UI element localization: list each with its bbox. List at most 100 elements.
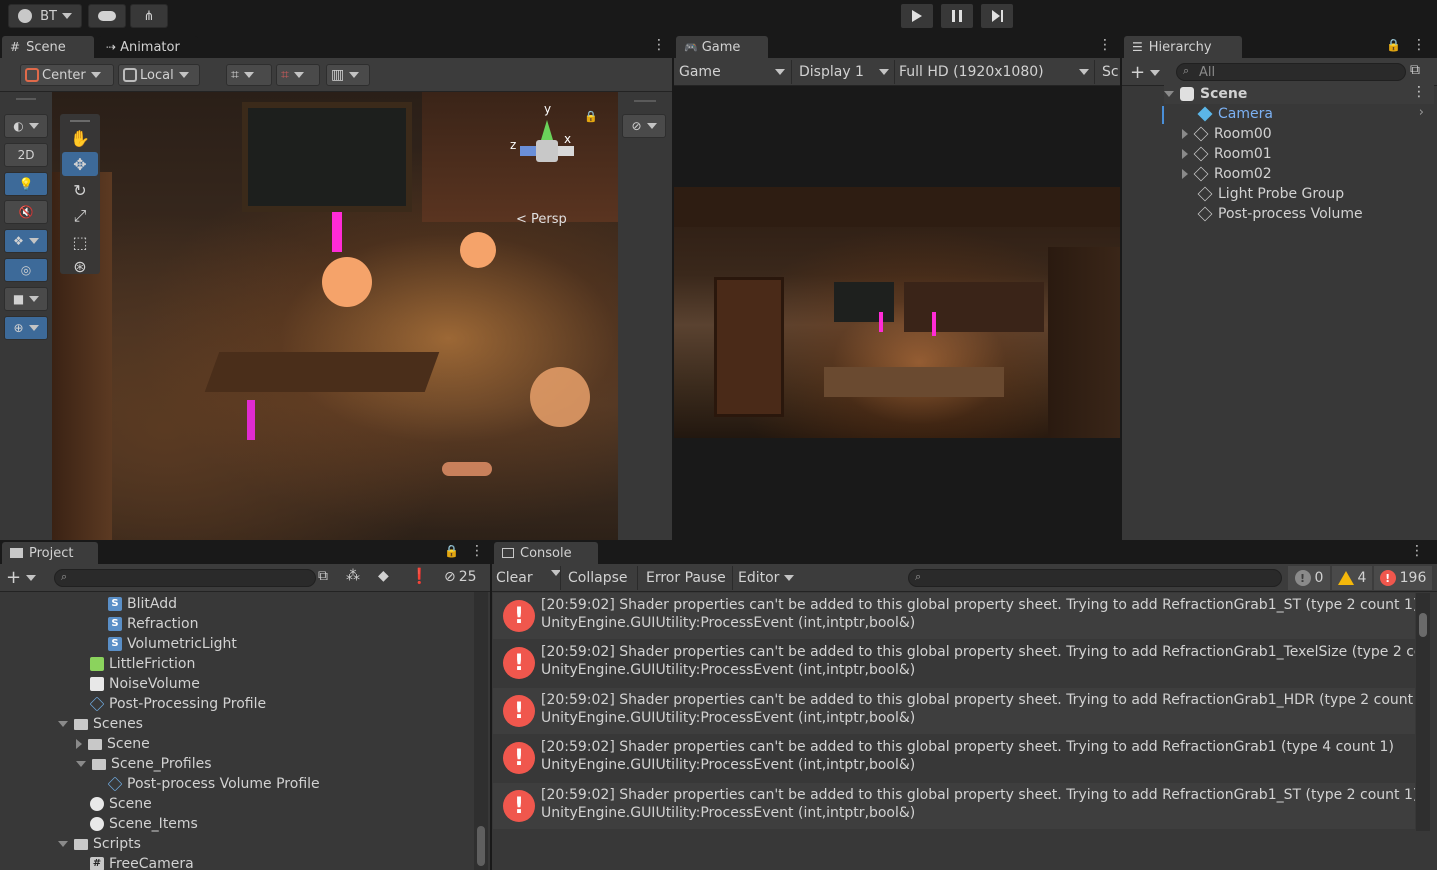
orientation-gizmo[interactable]: y x z: [510, 102, 580, 194]
project-folder-scene-profiles[interactable]: Scene_Profiles: [76, 754, 212, 774]
project-item-scene-items[interactable]: Scene_Items: [90, 814, 198, 834]
space-dropdown[interactable]: Local: [118, 64, 200, 86]
step-button[interactable]: [981, 4, 1013, 28]
lighting-toggle[interactable]: 💡: [4, 172, 48, 196]
tab-game[interactable]: 🎮 Game: [676, 36, 768, 58]
editor-dropdown[interactable]: Editor: [738, 570, 795, 586]
scale-slider[interactable]: Sc: [1102, 64, 1119, 80]
project-item-volumetriclight[interactable]: S VolumetricLight: [108, 634, 237, 654]
search-window-icon[interactable]: ⧉: [318, 568, 328, 584]
filter-label-icon[interactable]: ◆: [378, 568, 389, 584]
effects-dropdown[interactable]: ❖: [4, 229, 48, 253]
project-search-input[interactable]: ⌕: [54, 569, 316, 587]
grid-snap-button[interactable]: ⌗: [226, 64, 272, 86]
project-item-scene[interactable]: Scene: [90, 794, 152, 814]
panel-divider[interactable]: [672, 34, 674, 540]
display-dropdown[interactable]: Display 1: [799, 64, 889, 80]
console-menu-icon[interactable]: ⋮: [1410, 544, 1424, 558]
hierarchy-item-room01[interactable]: Room01: [1182, 144, 1272, 164]
tab-scene[interactable]: # Scene: [2, 36, 94, 58]
project-item-blitadd[interactable]: S BlitAdd: [108, 594, 177, 614]
collab-button[interactable]: ⋔: [130, 4, 168, 28]
hierarchy-item-room02[interactable]: Room02: [1182, 164, 1272, 184]
project-item-littlefriction[interactable]: LittleFriction: [90, 654, 195, 674]
hierarchy-item-post-process-volume[interactable]: Post-process Volume: [1197, 204, 1363, 224]
transform-tool[interactable]: ⊛: [62, 254, 98, 278]
audio-toggle[interactable]: 🔇: [4, 200, 48, 224]
scrollbar-thumb[interactable]: [1419, 613, 1427, 637]
scene-visibility-toggle[interactable]: ◎: [4, 258, 48, 282]
console-entry[interactable]: ! [20:59:02] Shader properties can't be …: [493, 783, 1415, 829]
tab-hierarchy[interactable]: ☰ Hierarchy: [1124, 36, 1242, 58]
rotate-tool[interactable]: ↻: [62, 178, 98, 202]
warning-filter-toggle[interactable]: 4: [1332, 566, 1372, 590]
tab-console[interactable]: Console: [494, 542, 598, 564]
pause-button[interactable]: [941, 4, 973, 28]
error-pause-toggle[interactable]: Error Pause: [646, 570, 726, 586]
grid-visibility-button[interactable]: ▥: [326, 64, 370, 86]
hidden-packages-toggle[interactable]: ⊘ 25: [444, 569, 477, 585]
play-button[interactable]: [901, 4, 933, 28]
panel-divider[interactable]: [1120, 34, 1122, 540]
panel-divider[interactable]: [490, 540, 492, 870]
project-scrollbar[interactable]: [474, 592, 488, 870]
view-dropdown[interactable]: Game: [679, 64, 785, 80]
lock-icon[interactable]: 🔒: [444, 544, 459, 558]
hierarchy-search-input[interactable]: ⌕ All: [1176, 63, 1406, 81]
pivot-dropdown[interactable]: Center: [20, 64, 114, 86]
perspective-toggle[interactable]: < Persp: [516, 212, 567, 227]
scene-root-menu-icon[interactable]: ⋮: [1412, 84, 1426, 100]
project-item-post-process-volume-profile[interactable]: Post-process Volume Profile: [107, 774, 320, 794]
console-entry[interactable]: ! [20:59:02] Shader properties can't be …: [493, 640, 1415, 686]
hand-tool[interactable]: ✋: [62, 126, 98, 150]
toggle-2d-button[interactable]: 2D: [4, 143, 48, 167]
project-item-freecamera[interactable]: # FreeCamera: [90, 854, 194, 870]
gizmos-dropdown[interactable]: ⊕: [4, 316, 48, 340]
project-folder-scenes[interactable]: Scenes: [58, 714, 143, 734]
project-item-post-processing-profile[interactable]: Post-Processing Profile: [89, 694, 266, 714]
scale-tool[interactable]: ⤢: [62, 204, 98, 228]
scene-viewport[interactable]: y x z < Persp 🔒: [52, 92, 618, 540]
game-view-render[interactable]: [674, 187, 1120, 438]
project-folder-scene[interactable]: Scene: [76, 734, 150, 754]
resolution-dropdown[interactable]: Full HD (1920x1080): [899, 64, 1089, 80]
project-item-noisevolume[interactable]: NoiseVolume: [90, 674, 200, 694]
collapse-toggle[interactable]: Collapse: [568, 570, 628, 586]
project-menu-icon[interactable]: ⋮: [470, 544, 484, 558]
tab-animator[interactable]: ⇢ Animator: [98, 36, 198, 58]
chevron-right-icon[interactable]: ›: [1419, 105, 1424, 120]
account-dropdown[interactable]: BT: [8, 4, 82, 28]
log-info-icon[interactable]: ❗: [410, 567, 429, 585]
increment-snap-button[interactable]: ⌗: [276, 64, 320, 86]
game-menu-icon[interactable]: ⋮: [1098, 38, 1112, 52]
project-folder-scripts[interactable]: Scripts: [58, 834, 141, 854]
hierarchy-menu-icon[interactable]: ⋮: [1412, 38, 1426, 52]
create-asset-dropdown[interactable]: +: [6, 567, 37, 588]
console-entry[interactable]: ! [20:59:02] Shader properties can't be …: [493, 688, 1415, 734]
camera-settings-dropdown[interactable]: ■: [4, 287, 48, 311]
rect-tool[interactable]: ⬚: [62, 230, 98, 254]
console-entry[interactable]: ! [20:59:02] Shader properties can't be …: [493, 735, 1415, 781]
shading-mode-button[interactable]: ◐: [4, 114, 48, 138]
move-tool[interactable]: ✥: [62, 152, 98, 176]
scene-root[interactable]: Scene ⋮: [1164, 84, 1434, 104]
console-entry[interactable]: ! [20:59:02] Shader properties can't be …: [493, 593, 1415, 639]
console-search-input[interactable]: ⌕: [908, 569, 1282, 587]
error-filter-toggle[interactable]: ! 196: [1374, 566, 1432, 590]
lock-icon[interactable]: 🔒: [1386, 38, 1401, 52]
scene-search-icon[interactable]: ⧉: [1410, 62, 1420, 78]
hierarchy-item-light-probe-group[interactable]: Light Probe Group: [1197, 184, 1344, 204]
clear-button[interactable]: Clear: [496, 570, 533, 586]
cloud-button[interactable]: [88, 4, 126, 28]
console-scrollbar[interactable]: [1416, 593, 1430, 831]
create-dropdown[interactable]: +: [1130, 62, 1161, 83]
lock-icon[interactable]: 🔒: [584, 110, 598, 123]
scene-menu-icon[interactable]: ⋮: [652, 38, 666, 52]
project-item-refraction[interactable]: S Refraction: [108, 614, 199, 634]
filter-type-icon[interactable]: ⁂: [346, 568, 360, 584]
hierarchy-item-camera[interactable]: Camera ›: [1197, 104, 1434, 124]
scrollbar-thumb[interactable]: [477, 826, 485, 866]
info-filter-toggle[interactable]: ! 0: [1288, 566, 1330, 590]
tab-project[interactable]: Project: [2, 542, 98, 564]
hierarchy-item-room00[interactable]: Room00: [1182, 124, 1272, 144]
